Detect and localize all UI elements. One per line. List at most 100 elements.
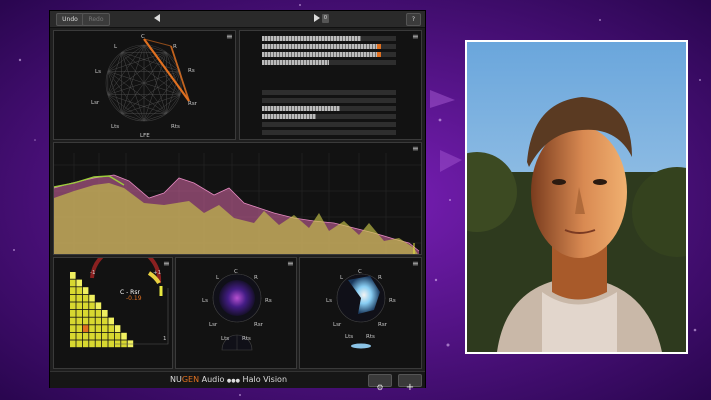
main-l-meter-bar [262, 36, 396, 41]
corr-cell[interactable] [76, 325, 82, 332]
corr-cell[interactable] [114, 325, 121, 332]
corr-cell[interactable] [82, 340, 89, 348]
corr-cell[interactable] [89, 294, 95, 302]
undo-button[interactable]: Undo [56, 13, 84, 26]
corr-cell[interactable] [89, 310, 95, 317]
corr-cell[interactable] [76, 310, 82, 317]
speaker-label-l: L [114, 44, 118, 50]
rotor-view [105, 38, 190, 122]
scope-left-label-ls: Ls [202, 298, 208, 304]
plus-icon: + [405, 382, 415, 393]
corr-cell[interactable] [89, 332, 95, 340]
corr-cell[interactable] [70, 317, 76, 325]
scope-left-label-rsr: Rsr [254, 322, 263, 328]
scope-left-label-l: L [216, 275, 220, 281]
scope-right-label-ls: Ls [326, 298, 332, 304]
gear-icon: ⚙ [376, 383, 384, 392]
corr-cell[interactable] [114, 332, 121, 340]
scope-right-label-lts: Lts [345, 334, 354, 340]
speaker-label-lsr: Lsr [91, 100, 100, 106]
corr-cell[interactable] [70, 310, 76, 317]
redo-button[interactable]: Redo [82, 13, 110, 26]
add-button[interactable]: + [398, 374, 422, 393]
corr-cell[interactable] [95, 332, 102, 340]
corr-cell[interactable] [82, 310, 89, 317]
surround-scope-panel-left: ≡ C L R Ls Rs Lsr Rsr Lts Rts [175, 257, 297, 369]
corr-cell[interactable] [76, 287, 82, 294]
settings-button[interactable]: ⚙ [368, 374, 392, 392]
corr-scale-left: -1 [90, 270, 96, 276]
brand-audio: Audio [199, 375, 227, 384]
hamburger-menu-icon[interactable]: ≡ [412, 33, 419, 41]
main-r-peak-indicator [377, 44, 381, 49]
corr-cell[interactable] [82, 302, 89, 310]
brand-nu: NU [170, 375, 182, 384]
corr-cell[interactable] [108, 332, 114, 340]
presenter-photo [465, 40, 688, 354]
play-icon[interactable] [314, 14, 320, 22]
corr-cell[interactable] [102, 310, 108, 317]
corr-cell[interactable] [102, 325, 108, 332]
top-toolbar: Undo Redo 0 ? [50, 11, 425, 28]
corr-cell[interactable] [76, 332, 82, 340]
snapshot-badge[interactable]: 0 [322, 14, 329, 23]
scope-left-label-rts: Rts [242, 336, 251, 342]
surround-scope-panel-right: ≡ C L R Ls Rs Lsr Rsr Lts Rts [299, 257, 422, 369]
corr-cell[interactable] [95, 340, 102, 348]
corr-cell[interactable] [70, 332, 76, 340]
corr-cell[interactable] [95, 310, 102, 317]
scope-left-label-lts: Lts [221, 336, 230, 342]
corr-cell[interactable] [76, 317, 82, 325]
surround-lt-meter-bar [262, 122, 396, 127]
corr-cell[interactable] [89, 340, 95, 348]
corr-cell[interactable] [121, 332, 127, 340]
corr-cell[interactable] [76, 279, 82, 287]
corr-cell[interactable] [70, 279, 76, 287]
scope-left-label-rs: Rs [265, 298, 272, 304]
corr-cell[interactable] [70, 287, 76, 294]
corr-cell[interactable] [102, 340, 108, 348]
corr-scale-right: +1 [153, 270, 162, 276]
corr-cell[interactable] [95, 302, 102, 310]
corr-cell[interactable] [82, 325, 89, 332]
help-button[interactable]: ? [406, 13, 421, 26]
corr-cell[interactable] [70, 340, 76, 348]
corr-cell[interactable] [82, 332, 89, 340]
corr-cell[interactable] [82, 294, 89, 302]
corr-cell[interactable] [70, 325, 76, 332]
corr-cell[interactable] [89, 317, 95, 325]
corr-cell[interactable] [95, 325, 102, 332]
speaker-label-lts: Lts [111, 124, 120, 130]
corr-cell[interactable] [89, 325, 95, 332]
corr-cell[interactable] [82, 317, 89, 325]
spectrum-plot [54, 153, 421, 254]
halo-vision-plugin-window: Undo Redo 0 ? ≡ C R Rs Rsr Rts LFE Lts L… [49, 10, 426, 393]
corr-cell[interactable] [102, 332, 108, 340]
brand-gen: GEN [181, 375, 200, 384]
surround-lr-meter-bar [262, 106, 396, 111]
scope-right-label-rs: Rs [389, 298, 396, 304]
corr-cell[interactable] [95, 317, 102, 325]
left-arrow-icon[interactable] [154, 14, 160, 22]
corr-cell[interactable] [76, 302, 82, 310]
corr-cell[interactable] [70, 294, 76, 302]
scope-right-label-r: R [378, 275, 382, 281]
corr-cell[interactable] [76, 294, 82, 302]
corr-cell[interactable] [108, 340, 114, 348]
brand-dots: ●●● [226, 378, 241, 384]
corr-cell[interactable] [102, 317, 108, 325]
corr-cell[interactable] [108, 317, 114, 325]
speaker-label-c: C [141, 34, 145, 40]
corr-cell[interactable] [70, 272, 76, 279]
corr-cell[interactable] [89, 302, 95, 310]
scope-right-label-rsr: Rsr [378, 322, 387, 328]
corr-cell[interactable] [108, 325, 114, 332]
main-r-meter-fill [262, 44, 377, 49]
corr-cell[interactable] [82, 287, 89, 294]
main-r-meter-bar [262, 44, 396, 49]
scope-left-label-r: R [254, 275, 258, 281]
correlation-matrix-panel: ≡ -1 +1 1 C - Rsr -0.19 [53, 257, 173, 369]
corr-cell[interactable] [76, 340, 82, 348]
corr-cell[interactable] [70, 302, 76, 310]
main-c-meter-bar [262, 52, 396, 57]
